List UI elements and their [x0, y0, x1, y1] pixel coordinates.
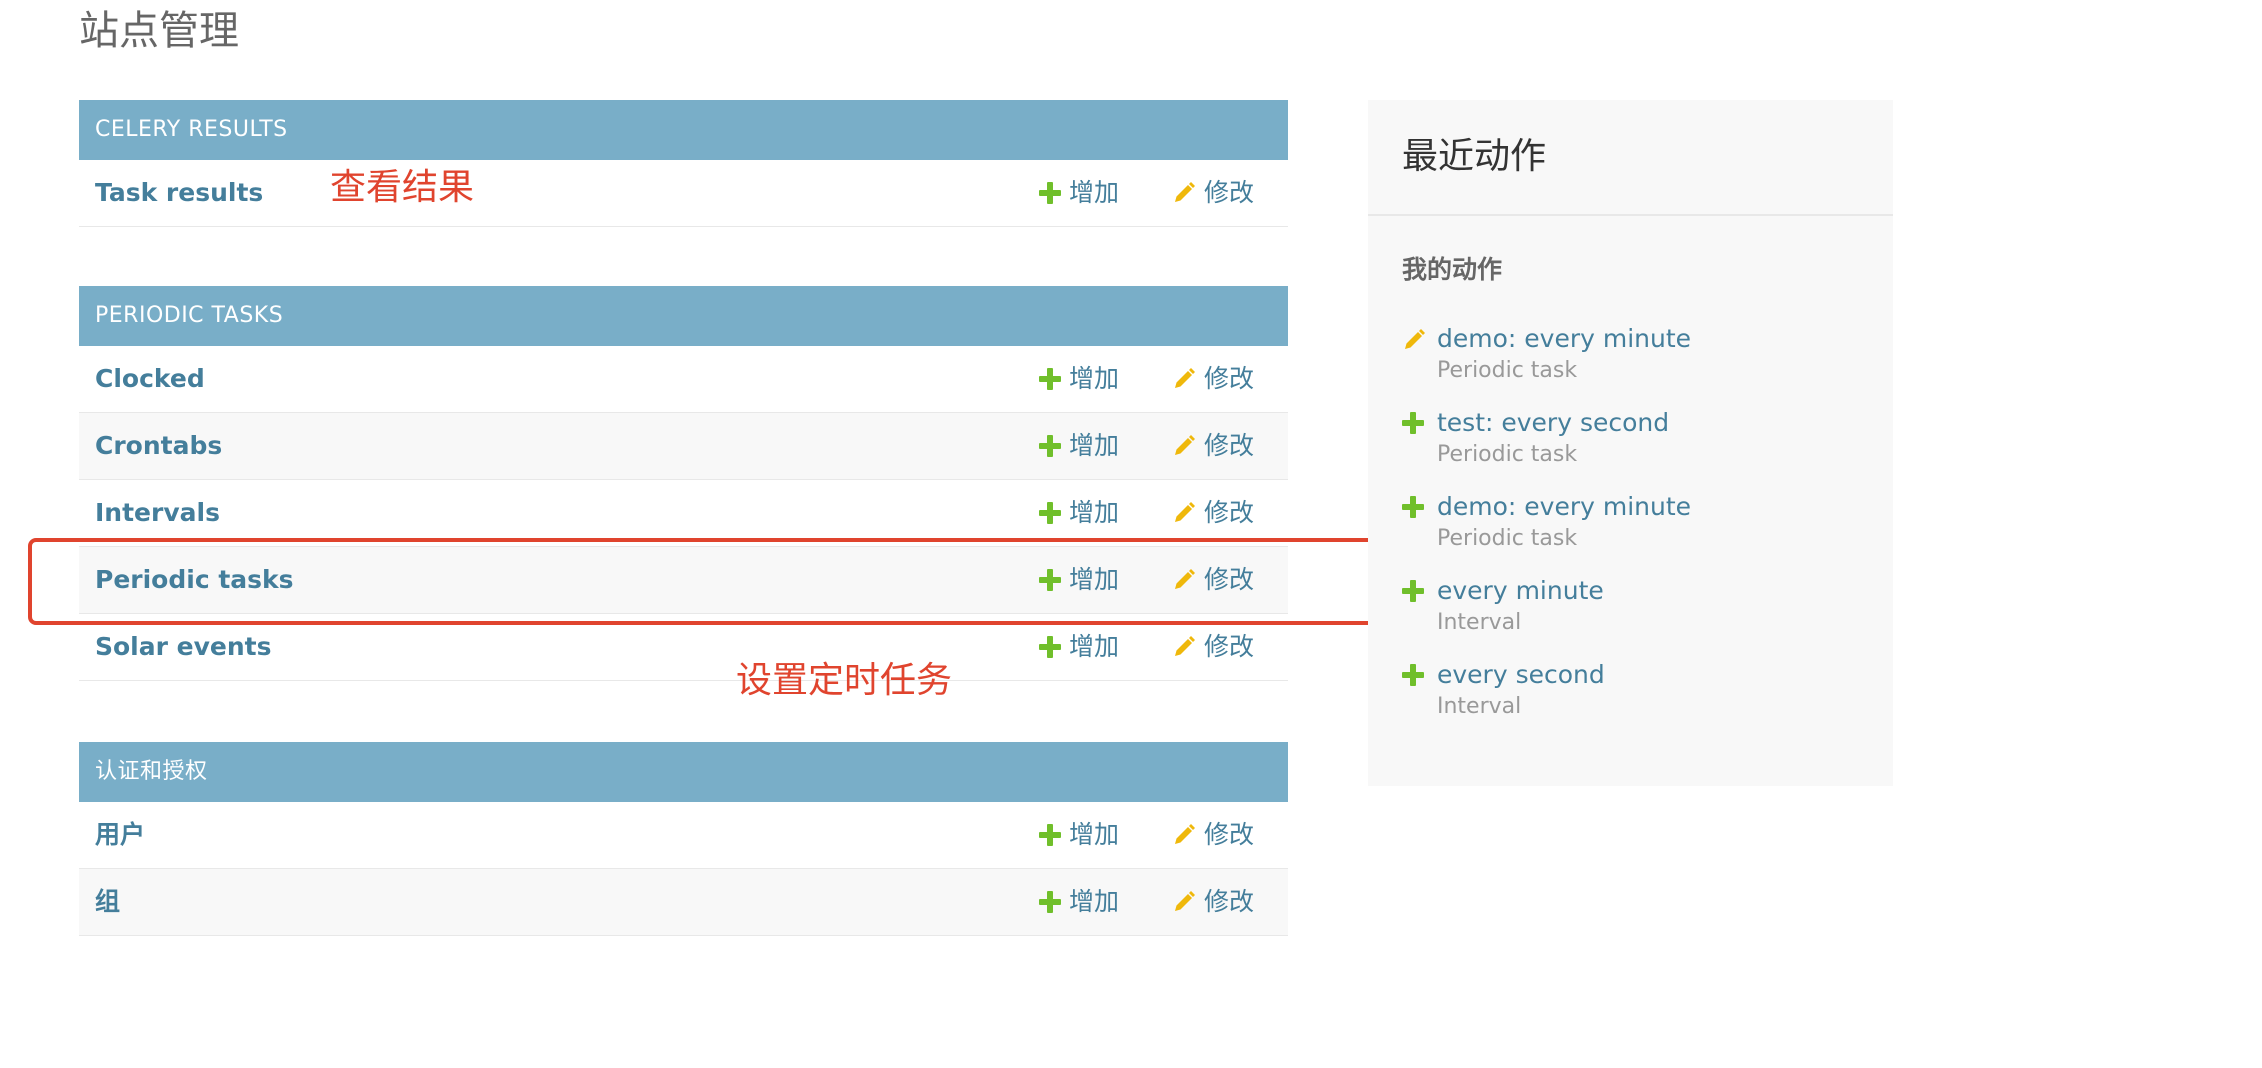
- model-link-clocked[interactable]: Clocked: [95, 346, 205, 412]
- recent-action-type: Periodic task: [1437, 442, 1578, 467]
- plus-icon: [1402, 412, 1424, 434]
- recent-action-type: Periodic task: [1437, 526, 1578, 551]
- model-row-task-results: Task results 增加 修改: [79, 160, 1288, 227]
- model-row-users: 用户 增加 修改: [79, 802, 1288, 869]
- recent-action-type: Interval: [1437, 610, 1522, 635]
- add-button[interactable]: 增加: [1039, 413, 1119, 479]
- pencil-icon: [1175, 435, 1195, 455]
- recent-action-link[interactable]: every second: [1437, 658, 1605, 692]
- plus-icon: [1039, 891, 1061, 913]
- add-button[interactable]: 增加: [1039, 160, 1119, 226]
- change-button[interactable]: 修改: [1172, 160, 1254, 226]
- add-label: 增加: [1069, 887, 1120, 916]
- highlight-box: [28, 538, 1385, 625]
- plus-icon: [1402, 496, 1424, 518]
- plus-icon: [1039, 182, 1061, 204]
- add-button[interactable]: 增加: [1039, 802, 1119, 868]
- pencil-icon: [1175, 891, 1195, 911]
- pencil-icon: [1175, 824, 1195, 844]
- change-label: 修改: [1204, 498, 1255, 527]
- pencil-icon: [1175, 368, 1195, 388]
- change-label: 修改: [1204, 820, 1255, 849]
- add-label: 增加: [1069, 820, 1120, 849]
- recent-action-link[interactable]: demo: every minute: [1437, 322, 1691, 356]
- change-button[interactable]: 修改: [1172, 480, 1254, 546]
- pencil-icon: [1405, 329, 1425, 349]
- plus-icon: [1039, 824, 1061, 846]
- annotation-set-periodic: 设置定时任务: [736, 660, 953, 701]
- model-link-crontabs[interactable]: Crontabs: [95, 413, 222, 479]
- add-label: 增加: [1069, 178, 1120, 207]
- module-auth: 认证和授权 用户 增加 修改 组 增加 修改: [79, 742, 1288, 936]
- recent-action-link[interactable]: test: every second: [1437, 406, 1669, 440]
- plus-icon: [1402, 664, 1424, 686]
- recent-actions-title: 最近动作: [1402, 136, 1547, 177]
- change-label: 修改: [1204, 364, 1255, 393]
- page-title: 站点管理: [79, 8, 239, 54]
- module-header[interactable]: PERIODIC TASKS: [79, 286, 1288, 346]
- change-button[interactable]: 修改: [1172, 346, 1254, 412]
- plus-icon: [1039, 435, 1061, 457]
- add-label: 增加: [1069, 498, 1120, 527]
- model-link-users[interactable]: 用户: [95, 802, 145, 868]
- my-actions-title: 我的动作: [1402, 255, 1503, 284]
- divider: [1368, 214, 1893, 216]
- model-row-groups: 组 增加 修改: [79, 869, 1288, 936]
- change-button[interactable]: 修改: [1172, 802, 1254, 868]
- recent-action-link[interactable]: demo: every minute: [1437, 490, 1691, 524]
- module-celery-results: CELERY RESULTS Task results 增加 修改: [79, 100, 1288, 227]
- change-button[interactable]: 修改: [1172, 869, 1254, 935]
- change-label: 修改: [1204, 431, 1255, 460]
- change-label: 修改: [1204, 178, 1255, 207]
- add-label: 增加: [1069, 431, 1120, 460]
- recent-action-type: Interval: [1437, 694, 1522, 719]
- plus-icon: [1039, 636, 1061, 658]
- model-row-crontabs: Crontabs 增加 修改: [79, 413, 1288, 480]
- plus-icon: [1039, 368, 1061, 390]
- change-button[interactable]: 修改: [1172, 413, 1254, 479]
- model-row-clocked: Clocked 增加 修改: [79, 346, 1288, 413]
- add-button[interactable]: 增加: [1039, 869, 1119, 935]
- module-header[interactable]: CELERY RESULTS: [79, 100, 1288, 160]
- pencil-icon: [1175, 636, 1195, 656]
- pencil-icon: [1175, 502, 1195, 522]
- model-row-intervals: Intervals 增加 修改: [79, 480, 1288, 547]
- add-button[interactable]: 增加: [1039, 480, 1119, 546]
- recent-action-type: Periodic task: [1437, 358, 1578, 383]
- recent-actions-panel: 最近动作 我的动作 demo: every minute Periodic ta…: [1368, 100, 1893, 786]
- model-link-task-results[interactable]: Task results: [95, 160, 263, 226]
- change-label: 修改: [1204, 887, 1255, 916]
- plus-icon: [1402, 580, 1424, 602]
- module-header[interactable]: 认证和授权: [79, 742, 1288, 802]
- add-button[interactable]: 增加: [1039, 346, 1119, 412]
- model-link-intervals[interactable]: Intervals: [95, 480, 220, 546]
- recent-action-link[interactable]: every minute: [1437, 574, 1604, 608]
- plus-icon: [1039, 502, 1061, 524]
- model-link-groups[interactable]: 组: [95, 869, 120, 935]
- add-label: 增加: [1069, 364, 1120, 393]
- pencil-icon: [1175, 182, 1195, 202]
- annotation-view-results: 查看结果: [330, 167, 475, 208]
